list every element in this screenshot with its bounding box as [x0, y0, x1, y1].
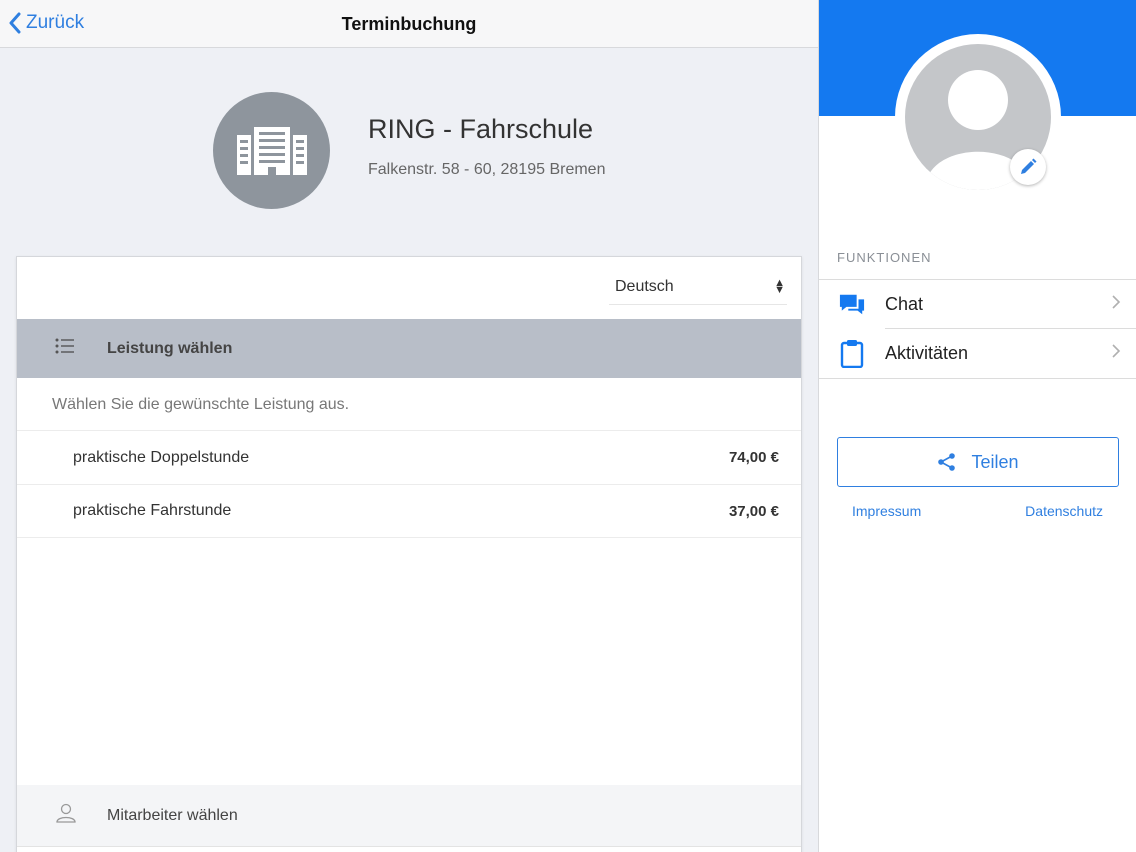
select-arrows-icon: ▲ ▼	[774, 276, 785, 296]
business-name: RING - Fahrschule	[368, 114, 594, 144]
chevron-right-icon	[1111, 294, 1121, 315]
pencil-icon	[1021, 158, 1037, 174]
edit-avatar-button[interactable]	[1010, 149, 1046, 185]
clipboard-icon	[839, 339, 865, 368]
imprint-link[interactable]: Impressum	[852, 503, 921, 519]
privacy-link[interactable]: Datenschutz	[1025, 503, 1103, 519]
share-icon	[938, 453, 956, 471]
section-staff-header[interactable]: Mitarbeiter wählen	[17, 785, 801, 847]
chat-icon	[839, 293, 865, 317]
service-item[interactable]: praktische Fahrstunde 37,00 €	[17, 484, 801, 538]
menu-item-chat[interactable]: Chat	[819, 279, 1136, 329]
booking-pane: Zurück Terminbuchung RING - Fahrschule F…	[0, 0, 818, 852]
business-address: Falkenstr. 58 - 60, 28195 Bremen	[368, 161, 606, 178]
menu-item-label: Aktivitäten	[885, 343, 969, 363]
chevron-right-icon	[1111, 343, 1121, 364]
service-price: 74,00 €	[728, 449, 779, 466]
language-select[interactable]: Deutsch ▲ ▼	[609, 269, 787, 305]
service-item[interactable]: praktische Doppelstunde 74,00 €	[17, 430, 801, 484]
booking-card: Deutsch ▲ ▼ Leistung wählen Wählen Sie di…	[16, 256, 802, 852]
service-hint: Wählen Sie die gewünschte Leistung aus.	[52, 396, 350, 413]
service-name: praktische Fahrstunde	[73, 502, 232, 519]
service-name: praktische Doppelstunde	[73, 448, 250, 466]
service-price: 37,00 €	[728, 502, 779, 520]
functions-label: FUNKTIONEN	[837, 250, 932, 265]
sidebar: FUNKTIONEN Chat Aktivitäten Teilen Impre…	[818, 0, 1136, 852]
list-icon	[55, 338, 77, 359]
page-title: Terminbuchung	[341, 14, 477, 34]
building-icon	[236, 126, 307, 175]
menu-item-activities[interactable]: Aktivitäten	[819, 329, 1136, 379]
section-service-label: Leistung wählen	[107, 339, 233, 357]
business-avatar	[213, 92, 330, 209]
share-button[interactable]: Teilen	[837, 437, 1119, 487]
navigation-bar: Zurück Terminbuchung	[0, 0, 818, 48]
share-label: Teilen	[971, 451, 1019, 472]
section-service-header[interactable]: Leistung wählen	[17, 319, 801, 378]
section-staff-label: Mitarbeiter wählen	[107, 806, 238, 824]
language-value: Deutsch	[615, 277, 674, 295]
menu-item-label: Chat	[885, 294, 924, 314]
person-icon	[55, 803, 77, 828]
